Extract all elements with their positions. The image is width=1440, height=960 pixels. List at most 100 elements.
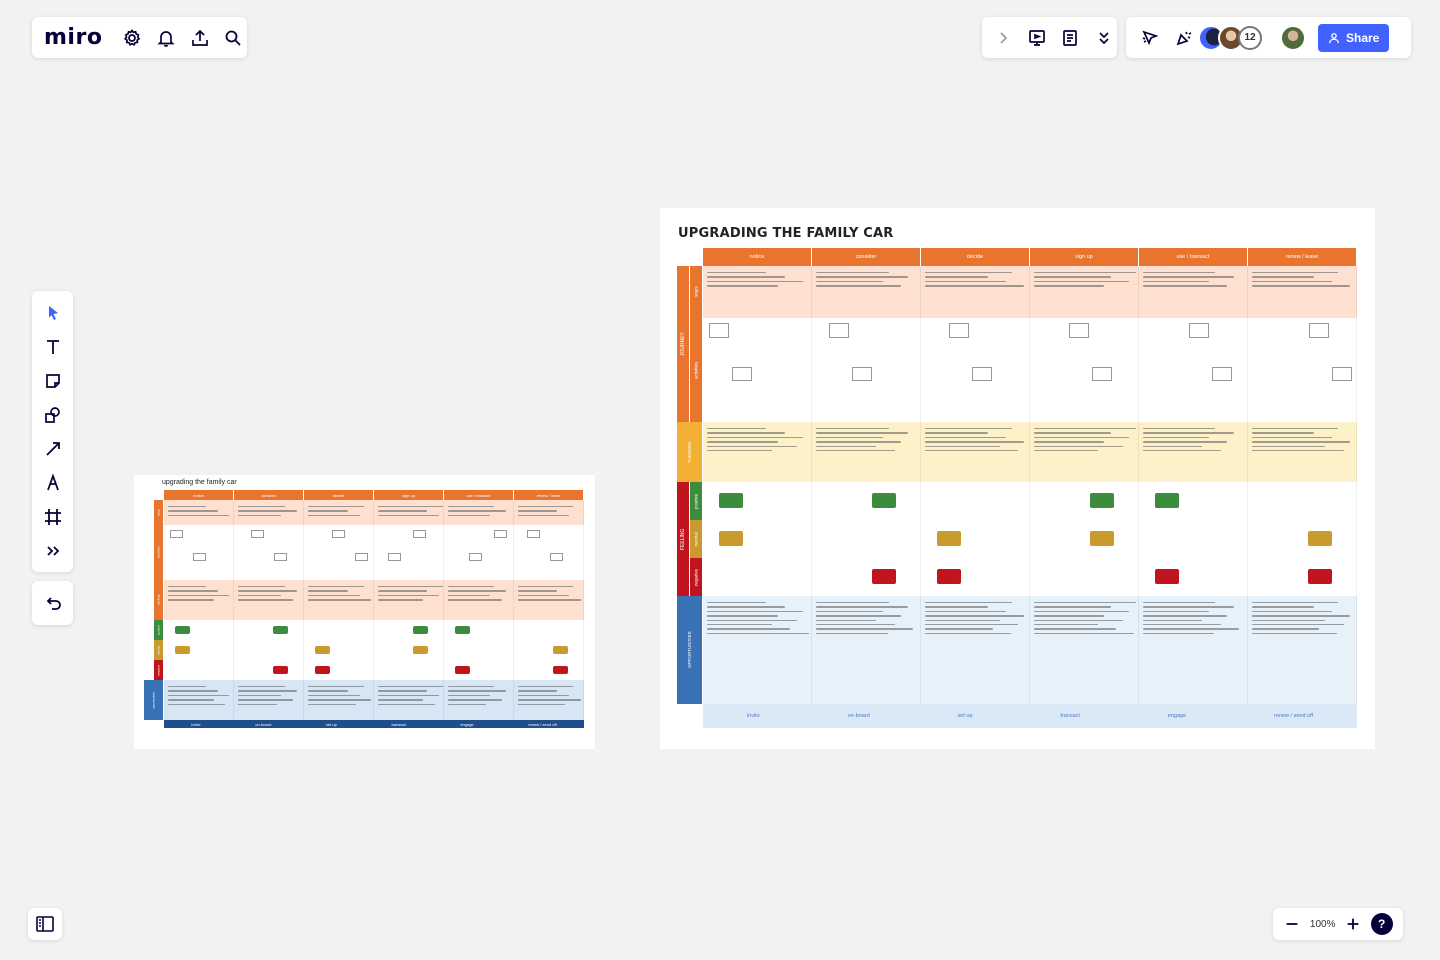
row-cell	[812, 558, 921, 596]
journey-map-board-large[interactable]: UPGRADING THE FAMILY CAR notice consider d…	[660, 208, 1375, 749]
text-placeholder	[168, 586, 206, 588]
search-icon[interactable]	[219, 24, 247, 52]
text-placeholder	[518, 506, 574, 508]
channel-label: renew / send off	[1274, 713, 1314, 719]
pen-icon[interactable]	[37, 469, 69, 497]
undo-icon[interactable]	[39, 589, 67, 617]
undo-panel	[32, 581, 73, 625]
row-cell	[1248, 318, 1357, 422]
connection-line-icon[interactable]	[37, 435, 69, 463]
row-cell	[1030, 558, 1139, 596]
collaborator-count-badge[interactable]: 12	[1238, 25, 1262, 50]
select-cursor-icon[interactable]	[37, 299, 69, 327]
more-tools-icon[interactable]	[37, 537, 69, 565]
text-placeholder	[448, 694, 491, 697]
text-placeholder	[1034, 280, 1130, 283]
text-placeholder	[168, 514, 230, 517]
text-placeholder	[816, 628, 914, 630]
text-placeholder	[1143, 623, 1221, 626]
text-placeholder	[925, 628, 994, 630]
zoom-level[interactable]: 100%	[1310, 919, 1336, 930]
text-tool-icon[interactable]	[37, 333, 69, 361]
frame-icon[interactable]	[37, 503, 69, 531]
text-placeholder	[1034, 436, 1130, 439]
upload-icon[interactable]	[186, 24, 214, 52]
text-placeholder	[308, 586, 364, 588]
text-placeholder	[238, 690, 297, 692]
text-placeholder	[707, 428, 767, 430]
notes-icon[interactable]	[1058, 24, 1084, 52]
row-label: OPPORTUNITIES	[677, 596, 702, 704]
chevron-double-down-icon[interactable]	[1091, 24, 1117, 52]
row-cell	[164, 640, 234, 660]
settings-icon[interactable]	[118, 24, 146, 52]
row-cell	[514, 640, 584, 660]
text-placeholder	[238, 586, 285, 588]
row-cell	[812, 596, 921, 704]
text-placeholder	[1252, 285, 1351, 287]
text-placeholder	[238, 590, 297, 592]
row-cell	[1139, 596, 1248, 704]
text-placeholder	[378, 694, 439, 697]
text-placeholder	[308, 510, 349, 512]
row-cell	[1248, 558, 1357, 596]
text-placeholder	[1034, 445, 1123, 447]
text-placeholder	[168, 690, 218, 692]
row-label: activities	[154, 525, 163, 580]
text-placeholder	[518, 586, 574, 588]
help-button[interactable]: ?	[1370, 913, 1393, 935]
text-placeholder	[707, 615, 779, 617]
text-placeholder	[1252, 449, 1344, 452]
text-placeholder	[168, 686, 206, 688]
bell-icon[interactable]	[152, 24, 180, 52]
presentation-icon[interactable]	[1024, 24, 1050, 52]
channel-label: engage	[1167, 713, 1187, 719]
text-placeholder	[238, 703, 277, 705]
shapes-icon[interactable]	[37, 401, 69, 429]
row-cell	[1248, 266, 1357, 318]
stage-header: decide	[921, 248, 1030, 266]
journey-map-board-small[interactable]: upgrading the family car notice consider d…	[134, 475, 595, 749]
text-placeholder	[1034, 610, 1130, 613]
text-placeholder	[1034, 619, 1123, 621]
emotion-sticky	[174, 646, 190, 654]
row-cell	[812, 520, 921, 558]
text-placeholder	[1034, 432, 1111, 434]
text-placeholder	[1034, 632, 1135, 635]
row-label: positive	[690, 482, 702, 520]
chevron-right-icon[interactable]	[990, 24, 1016, 52]
row-cell	[514, 525, 584, 580]
celebrate-icon[interactable]	[1170, 24, 1198, 52]
text-placeholder	[1252, 623, 1344, 626]
text-placeholder	[518, 514, 570, 517]
text-placeholder	[925, 619, 1000, 621]
row-cell	[444, 640, 514, 660]
collaborator-avatars[interactable]: 12	[1198, 24, 1262, 51]
row-band	[164, 525, 584, 580]
share-button[interactable]: Share	[1318, 23, 1390, 52]
row-cell	[304, 580, 374, 620]
current-user-avatar[interactable]	[1280, 24, 1306, 51]
text-placeholder	[1143, 280, 1209, 283]
zoom-out-icon[interactable]	[1283, 915, 1301, 933]
row-cell	[1248, 422, 1357, 482]
board-panel-toggle[interactable]	[28, 908, 62, 940]
activity-card	[852, 366, 872, 382]
text-placeholder	[1252, 619, 1326, 621]
text-placeholder	[1143, 276, 1234, 278]
text-placeholder	[1034, 602, 1136, 604]
row-label: opportunities	[144, 680, 163, 720]
row-cell	[304, 620, 374, 640]
row-cell	[444, 525, 514, 580]
sticky-note-icon[interactable]	[37, 367, 69, 395]
text-placeholder	[308, 703, 356, 705]
activity-card	[469, 553, 482, 561]
stage-header: sign up	[1030, 248, 1139, 266]
emotion-sticky	[1089, 531, 1114, 546]
miro-logo[interactable]: miro	[44, 25, 102, 50]
cursor-follow-icon[interactable]	[1136, 24, 1164, 52]
zoom-in-icon[interactable]	[1344, 915, 1362, 933]
text-placeholder	[925, 449, 1018, 452]
text-placeholder	[707, 436, 804, 439]
row-cell	[514, 660, 584, 680]
